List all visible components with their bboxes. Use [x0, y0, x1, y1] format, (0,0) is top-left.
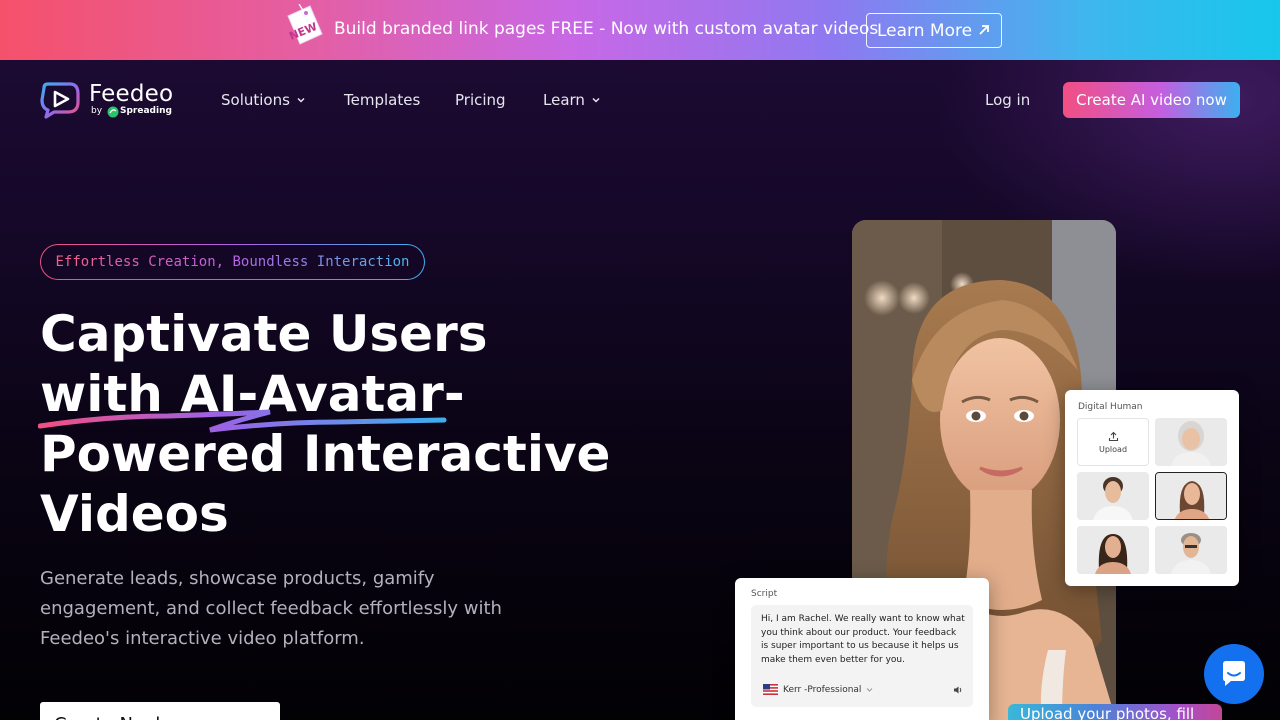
upload-icon [1108, 431, 1119, 442]
older-woman-avatar-icon [1155, 418, 1227, 466]
hero-subtext: Generate leads, showcase products, gamif… [40, 568, 502, 649]
parent-brand: Spreading [120, 106, 172, 116]
headline-underline-squiggle [38, 409, 447, 433]
brand-by: by [91, 106, 103, 116]
us-flag-icon [763, 684, 778, 695]
chat-widget-button[interactable] [1204, 644, 1264, 704]
avatar-option-rachel-selected[interactable] [1155, 472, 1227, 520]
nav-learn-label: Learn [543, 91, 585, 109]
chevron-down-icon [867, 688, 873, 692]
external-arrow-icon [979, 25, 989, 35]
digital-human-title: Digital Human [1078, 402, 1143, 412]
avatar-option-older-woman[interactable] [1155, 418, 1227, 466]
chevron-down-icon [297, 97, 305, 103]
tagline-pill: Effortless Creation, Boundless Interacti… [40, 244, 425, 280]
learn-more-button[interactable]: Learn More [866, 13, 1002, 48]
caption-overlay: Upload your photos, fill [1008, 704, 1222, 720]
nav-templates-label: Templates [344, 91, 421, 109]
script-card: Script Hi, I am Rachel. We really want t… [735, 578, 989, 720]
spreading-logo-icon [107, 106, 119, 118]
nav-learn[interactable]: Learn [543, 91, 601, 109]
chat-bubble-icon [1223, 661, 1245, 686]
script-title: Script [751, 589, 778, 599]
promo-banner: NEW Build branded link pages FREE - Now … [0, 0, 1280, 60]
banner-text: Build branded link pages FREE - Now with… [334, 19, 879, 39]
new-tag-icon: NEW [287, 4, 323, 45]
nav-solutions[interactable]: Solutions [221, 91, 306, 109]
nav-pricing[interactable]: Pricing [455, 91, 506, 109]
feedeo-logo-icon [40, 82, 80, 119]
dark-hair-woman-avatar-icon [1077, 526, 1149, 574]
login-link[interactable]: Log in [985, 91, 1030, 109]
nav-templates[interactable]: Templates [344, 91, 420, 109]
voice-selector[interactable]: Kerr -Professional [763, 684, 873, 695]
create-ai-video-button[interactable]: Create AI video now [1063, 82, 1240, 118]
headline-line-1: Captivate Users [40, 305, 488, 363]
avatar-option-young-man[interactable] [1077, 472, 1149, 520]
older-man-avatar-icon [1155, 526, 1227, 574]
rachel-avatar-icon [1156, 473, 1226, 519]
nav-pricing-label: Pricing [455, 91, 506, 109]
nav-solutions-label: Solutions [221, 91, 290, 109]
speaker-icon[interactable] [953, 685, 963, 695]
voice-label: Kerr -Professional [783, 684, 862, 695]
script-textarea[interactable]: Hi, I am Rachel. We really want to know … [751, 605, 973, 707]
brand-name: Feedeo [89, 81, 174, 107]
feedeo-logo[interactable]: Feedeo by Spreading [40, 81, 180, 120]
script-text: Hi, I am Rachel. We really want to know … [761, 614, 965, 665]
headline-line-4: Videos [40, 485, 229, 543]
upload-label: Upload [1098, 445, 1128, 454]
avatar-option-older-man[interactable] [1155, 526, 1227, 574]
tagline-text: Effortless Creation, Boundless Interacti… [55, 254, 410, 270]
upload-avatar-button[interactable]: Upload [1077, 418, 1149, 466]
hero-cta-button[interactable]: Create Nnabo... [40, 702, 280, 720]
digital-human-card: Digital Human Upload [1065, 390, 1239, 586]
learn-more-label: Learn More [877, 20, 973, 41]
young-man-avatar-icon [1077, 472, 1149, 520]
avatar-option-dark-hair-woman[interactable] [1077, 526, 1149, 574]
chevron-down-icon [592, 97, 600, 103]
